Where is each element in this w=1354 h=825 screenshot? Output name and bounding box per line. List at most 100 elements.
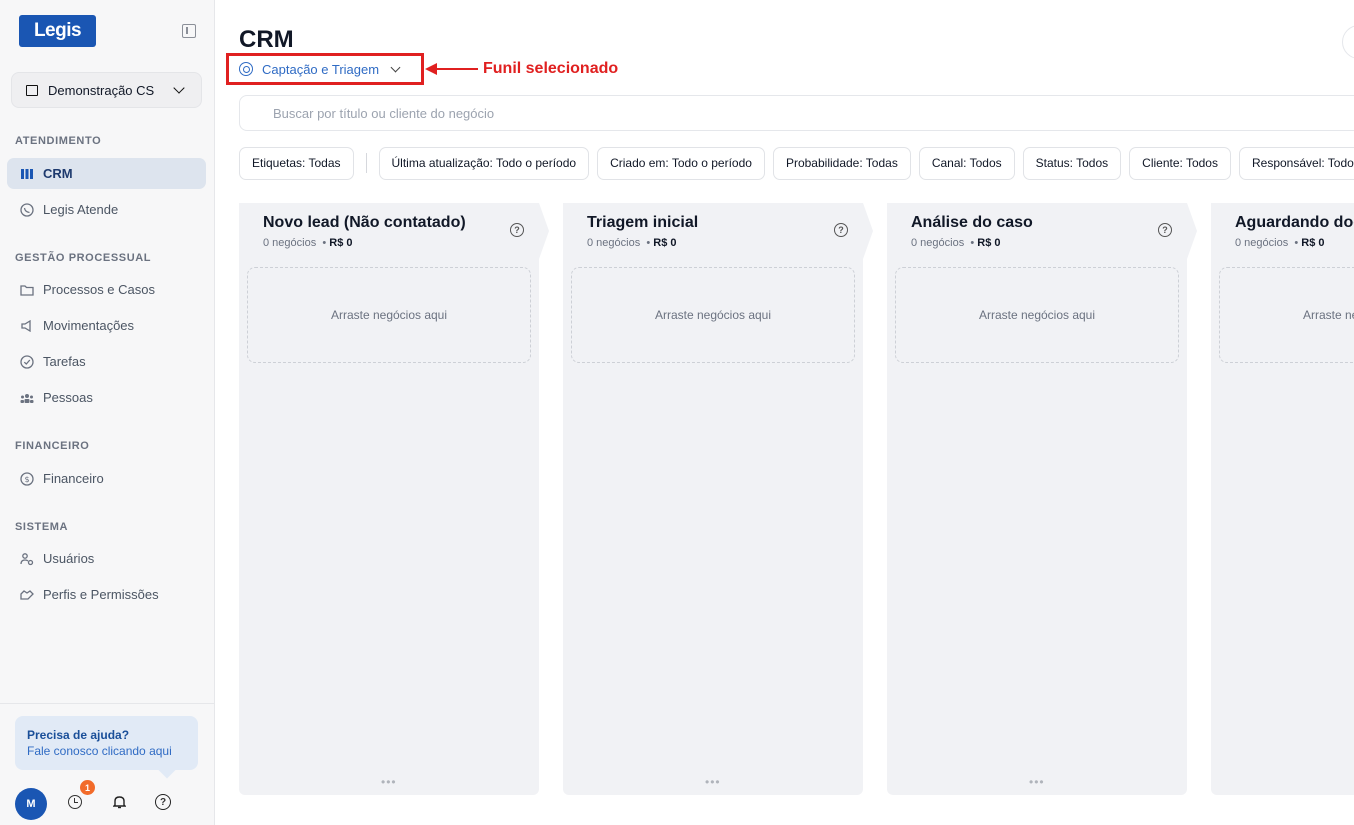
megaphone-icon: [20, 319, 34, 333]
kanban-column: Análise do caso 0 negócios • R$ 0 ? Arra…: [887, 203, 1197, 795]
avatar[interactable]: M: [15, 788, 47, 820]
kanban-column: Aguardando documentos 0 negócios • R$ 0 …: [1211, 203, 1354, 795]
grip-icon[interactable]: •••: [705, 775, 721, 789]
grip-icon[interactable]: •••: [1029, 775, 1045, 789]
column-value: R$ 0: [653, 237, 677, 249]
column-dropzone[interactable]: Arraste negócios aqui: [1219, 267, 1354, 363]
history-button[interactable]: [66, 793, 84, 811]
sidebar-item-label: Pessoas: [43, 390, 93, 405]
column-dropzone[interactable]: Arraste negócios aqui: [571, 267, 855, 363]
sidebar-footer: Precisa de ajuda? Fale conosco clicando …: [0, 703, 215, 825]
search-input[interactable]: Buscar por título ou cliente do negócio: [239, 95, 1354, 131]
column-title: Análise do caso: [911, 214, 1033, 231]
help-button[interactable]: ?: [154, 793, 172, 811]
funnel-selector[interactable]: Captação e Triagem: [239, 60, 401, 78]
column-dropzone[interactable]: Arraste negócios aqui: [895, 267, 1179, 363]
chevron-down-icon: [390, 62, 401, 72]
column-meta: 0 negócios • R$ 0: [587, 237, 677, 249]
workspace-name: Demonstração CS: [48, 82, 155, 98]
filter-criado-em[interactable]: Criado em: Todo o período: [597, 146, 765, 180]
chevron-down-icon: [173, 82, 185, 94]
column-header: Novo lead (Não contatado) 0 negócios • R…: [239, 203, 549, 259]
filter-responsavel[interactable]: Responsável: Todos: [1238, 146, 1354, 180]
notification-badge: 1: [80, 780, 95, 795]
sidebar-item-tarefas[interactable]: Tarefas: [7, 346, 206, 377]
help-circle-icon[interactable]: ?: [1158, 223, 1172, 237]
workspace-selector[interactable]: Demonstração CS: [11, 72, 202, 108]
column-title: Triagem inicial: [587, 214, 699, 231]
target-icon: [239, 62, 253, 76]
filter-etiquetas[interactable]: Etiquetas: Todas: [239, 146, 354, 180]
grip-icon[interactable]: •••: [381, 775, 397, 789]
sidebar-item-crm[interactable]: CRM: [7, 158, 206, 189]
sidebar-item-label: Movimentações: [43, 318, 135, 333]
dollar-circle-icon: $: [20, 471, 34, 486]
users-cog-icon: [20, 552, 34, 566]
sidebar-item-legis-atende[interactable]: Legis Atende: [7, 194, 206, 225]
section-title-gestao: GESTÃO PROCESSUAL: [15, 252, 152, 264]
section-title-atendimento: ATENDIMENTO: [15, 135, 102, 147]
column-body: Arraste negócios aqui •••: [887, 259, 1187, 795]
annotation-label: Funil selecionado: [483, 60, 619, 77]
sidebar-item-label: Processos e Casos: [43, 282, 155, 297]
help-subtitle[interactable]: Fale conosco clicando aqui: [27, 744, 186, 758]
filter-status[interactable]: Status: Todos: [1022, 146, 1122, 180]
help-title: Precisa de ajuda?: [27, 728, 130, 742]
sidebar-item-financeiro[interactable]: $ Financeiro: [7, 463, 206, 494]
column-body: Arraste negócios aqui •••: [239, 259, 539, 795]
help-card[interactable]: Precisa de ajuda? Fale conosco clicando …: [15, 716, 198, 770]
filter-cliente[interactable]: Cliente: Todos: [1129, 146, 1231, 180]
kanban-column: Triagem inicial 0 negócios • R$ 0 ? Arra…: [563, 203, 873, 795]
bell-icon: [112, 796, 126, 809]
sidebar-item-movimentacoes[interactable]: Movimentações: [7, 310, 206, 341]
column-header: Triagem inicial 0 negócios • R$ 0 ?: [563, 203, 873, 259]
building-icon: [26, 84, 38, 96]
column-value: R$ 0: [1301, 237, 1325, 249]
filter-canal[interactable]: Canal: Todos: [918, 146, 1015, 180]
column-body: Arraste negócios aqui •••: [563, 259, 863, 795]
sidebar-item-pessoas[interactable]: Pessoas: [7, 382, 206, 413]
handshake-icon: [20, 588, 34, 602]
sidebar-item-label: Tarefas: [43, 354, 86, 369]
column-body: Arraste negócios aqui: [1211, 259, 1354, 795]
svg-text:$: $: [24, 475, 29, 484]
top-right-button[interactable]: [1342, 25, 1354, 59]
filter-probabilidade[interactable]: Probabilidade: Todas: [772, 146, 911, 180]
column-meta: 0 negócios • R$ 0: [1235, 237, 1325, 249]
column-count: 0 negócios: [1235, 237, 1289, 249]
sidebar-item-label: Usuários: [43, 551, 95, 566]
column-count: 0 negócios: [911, 237, 965, 249]
column-meta: 0 negócios • R$ 0: [911, 237, 1001, 249]
sidebar: Legis Demonstração CS ATENDIMENTO CRM Le…: [0, 0, 215, 825]
clock-icon: [68, 795, 82, 809]
sidebar-item-label: Legis Atende: [43, 202, 119, 217]
sidebar-collapse-icon[interactable]: [182, 24, 196, 38]
funnel-selected-label: Captação e Triagem: [262, 61, 380, 77]
sidebar-item-processos[interactable]: Processos e Casos: [7, 274, 206, 305]
sidebar-item-usuarios[interactable]: Usuários: [7, 543, 206, 574]
column-title: Aguardando documentos: [1235, 214, 1354, 231]
section-title-sistema: SISTEMA: [15, 521, 69, 533]
column-dropzone[interactable]: Arraste negócios aqui: [247, 267, 531, 363]
filter-divider: [365, 153, 367, 173]
help-circle-icon: ?: [155, 794, 171, 810]
kanban-column: Novo lead (Não contatado) 0 negócios • R…: [239, 203, 549, 795]
sidebar-item-label: Perfis e Permissões: [43, 587, 159, 602]
help-circle-icon[interactable]: ?: [510, 223, 524, 237]
column-count: 0 negócios: [587, 237, 641, 249]
kanban-icon: [20, 167, 34, 181]
annotation-arrow-line: [436, 68, 478, 70]
column-count: 0 negócios: [263, 237, 317, 249]
notifications-button[interactable]: [110, 793, 128, 811]
filter-ultima-atualizacao[interactable]: Última atualização: Todo o período: [378, 146, 590, 180]
sidebar-item-label: CRM: [43, 166, 73, 181]
sidebar-item-perfis[interactable]: Perfis e Permissões: [7, 579, 206, 610]
help-circle-icon[interactable]: ?: [834, 223, 848, 237]
folder-icon: [20, 283, 34, 297]
whatsapp-icon: [20, 202, 34, 217]
check-circle-icon: [20, 354, 34, 369]
section-title-financeiro: FINANCEIRO: [15, 440, 90, 452]
column-title: Novo lead (Não contatado): [263, 214, 466, 231]
legis-logo[interactable]: Legis: [19, 15, 96, 47]
column-header: Aguardando documentos 0 negócios • R$ 0: [1211, 203, 1354, 259]
